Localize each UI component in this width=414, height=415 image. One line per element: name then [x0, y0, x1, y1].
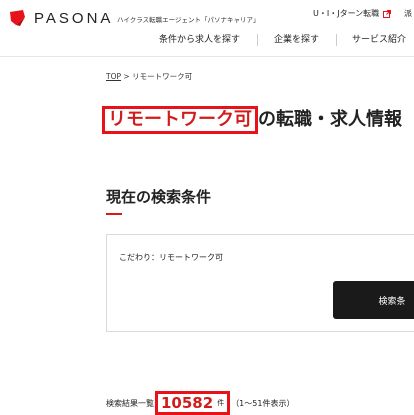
breadcrumb: TOP > リモートワーク可	[106, 71, 192, 82]
search-conditions-button-label: 検索条	[378, 296, 406, 307]
page-title-rest: の転職・求人情報	[258, 109, 402, 130]
result-unit: 件	[217, 399, 225, 407]
search-conditions-button[interactable]: 検索条	[333, 281, 414, 319]
brand-name[interactable]: PASONA	[34, 10, 113, 27]
breadcrumb-separator: >	[123, 72, 130, 81]
heading-accent-line	[106, 213, 122, 215]
nav-item-search-jobs[interactable]: 条件から求人を探す	[159, 32, 240, 45]
page-title: リモートワーク可 の転職・求人情報	[102, 106, 402, 134]
uturn-link[interactable]: U・I・Jターン転職	[313, 8, 392, 19]
nav-item-services[interactable]: サービス紹介	[352, 32, 406, 45]
external-link-icon	[383, 9, 392, 18]
global-nav: 条件から求人を探す 企業を探す サービス紹介	[0, 32, 414, 52]
site-header: PASONA ハイクラス転職エージェント「パソナキャリア」 U・I・Jターン転職…	[0, 0, 414, 57]
breadcrumb-top-link[interactable]: TOP	[106, 72, 121, 81]
uturn-link-label: U・I・Jターン転職	[313, 9, 380, 18]
page-title-highlight: リモートワーク可	[102, 106, 258, 134]
search-conditions-heading: 現在の検索条件	[106, 188, 212, 206]
search-condition-criteria: こだわり：リモートワーク可	[119, 253, 223, 262]
result-count: 10582	[161, 394, 214, 412]
search-conditions-box: こだわり：リモートワーク可 検索条	[106, 234, 414, 332]
result-range: （1〜51件表示）	[231, 398, 295, 408]
result-label: 検索結果一覧	[106, 398, 154, 408]
nav-item-companies[interactable]: 企業を探す	[274, 32, 319, 45]
search-result-summary: 検索結果一覧 10582 件 （1〜51件表示）	[106, 391, 294, 415]
pasona-logo-icon[interactable]	[8, 9, 26, 27]
nav-divider	[336, 34, 337, 46]
header-link-truncated[interactable]: 派	[404, 8, 412, 19]
nav-divider	[257, 34, 258, 46]
result-count-highlight: 10582 件	[155, 391, 231, 415]
breadcrumb-current: リモートワーク可	[132, 72, 193, 81]
brand-tagline: ハイクラス転職エージェント「パソナキャリア」	[117, 16, 260, 24]
